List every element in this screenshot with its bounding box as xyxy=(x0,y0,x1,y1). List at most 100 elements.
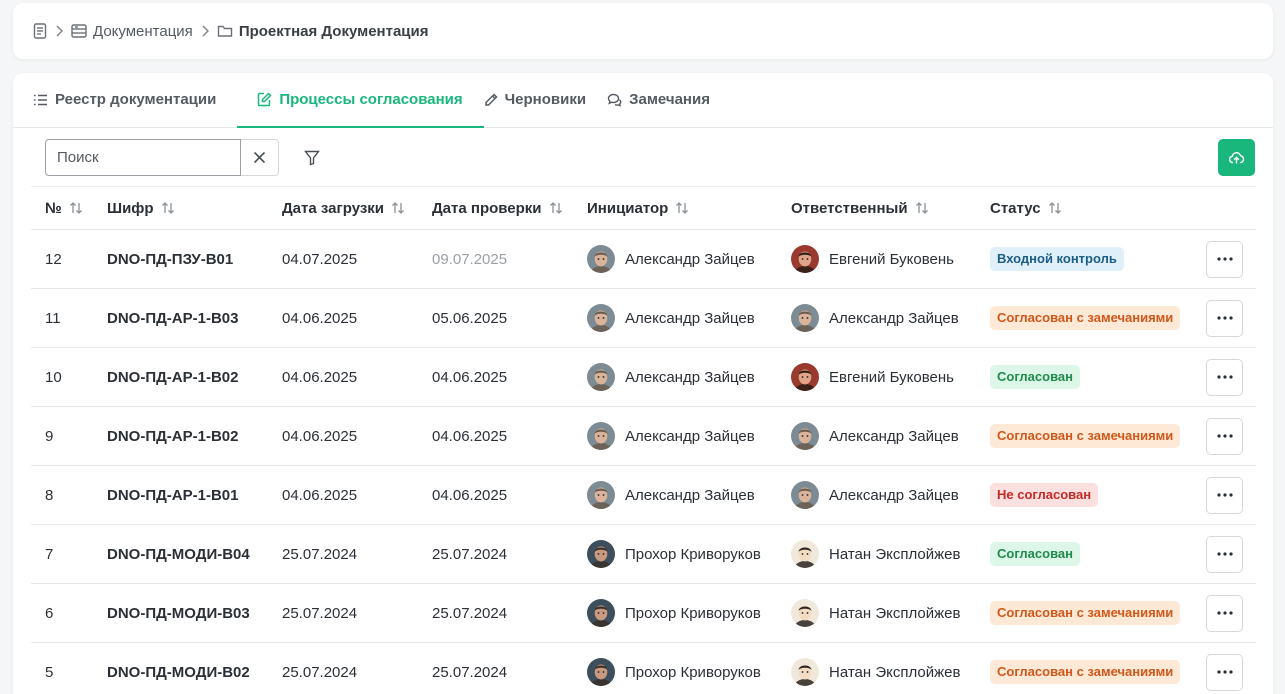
row-actions-button[interactable] xyxy=(1206,594,1243,632)
table-row[interactable]: 12 DNO-ПД-ПЗУ-В01 04.07.2025 09.07.2025 Алек… xyxy=(31,230,1256,289)
avatar xyxy=(587,304,615,332)
filter-icon xyxy=(304,150,320,166)
folder-icon xyxy=(217,24,233,38)
row-actions-button[interactable] xyxy=(1206,476,1243,514)
cell-code[interactable]: DNO-ПД-АР-1-В03 xyxy=(93,310,268,327)
avatar xyxy=(587,245,615,273)
breadcrumb-item-documentation[interactable]: Документация xyxy=(71,23,193,40)
avatar xyxy=(587,540,615,568)
sort-icon xyxy=(675,201,689,215)
cell-code[interactable]: DNO-ПД-МОДИ-В02 xyxy=(93,664,268,681)
cell-responsible: Натан Эксплойжев xyxy=(777,658,976,686)
cell-responsible: Натан Эксплойжев xyxy=(777,540,976,568)
table-row[interactable]: 11 DNO-ПД-АР-1-В03 04.06.2025 05.06.2025 Але… xyxy=(31,289,1256,348)
main-panel: Реестр документации Процессы согласовани… xyxy=(13,73,1273,694)
avatar xyxy=(791,304,819,332)
cell-initiator: Александр Зайцев xyxy=(573,304,777,332)
column-label: Инициатор xyxy=(587,199,669,217)
table-row[interactable]: 5 DNO-ПД-МОДИ-В02 25.07.2024 25.07.2024 Прох… xyxy=(31,643,1256,694)
person-name: Александр Зайцев xyxy=(625,427,755,445)
avatar xyxy=(587,481,615,509)
cell-actions xyxy=(1206,476,1256,514)
cell-actions xyxy=(1206,358,1256,396)
cell-code[interactable]: DNO-ПД-МОДИ-В03 xyxy=(93,605,268,622)
cell-code[interactable]: DNO-ПД-МОДИ-В04 xyxy=(93,546,268,563)
column-header-responsible[interactable]: Ответственный xyxy=(777,200,976,217)
status-badge: Согласован с замечаниями xyxy=(990,601,1181,625)
column-header-upload-date[interactable]: Дата загрузки xyxy=(268,200,418,217)
sort-icon xyxy=(391,201,405,215)
tab-registry[interactable]: Реестр документации xyxy=(33,73,237,127)
tab-label: Черновики xyxy=(504,91,587,108)
table-row[interactable]: 9 DNO-ПД-АР-1-В02 04.06.2025 04.06.2025 Алек… xyxy=(31,407,1256,466)
tab-approval-processes[interactable]: Процессы согласования xyxy=(237,73,484,128)
column-header-number[interactable]: № xyxy=(31,200,93,217)
person-name: Александр Зайцев xyxy=(625,250,755,268)
more-horizontal-icon xyxy=(1216,316,1233,320)
row-actions-button[interactable] xyxy=(1206,417,1243,455)
status-badge: Согласован с замечаниями xyxy=(990,660,1181,684)
breadcrumb-home[interactable] xyxy=(33,23,47,39)
cell-check-date: 09.07.2025 xyxy=(432,250,508,268)
cell-code[interactable]: DNO-ПД-АР-1-В02 xyxy=(93,369,268,386)
table-row[interactable]: 8 DNO-ПД-АР-1-В01 04.06.2025 04.06.2025 Алек… xyxy=(31,466,1256,525)
cell-status: Входной контроль xyxy=(976,247,1206,271)
row-actions-button[interactable] xyxy=(1206,240,1243,278)
upload-button[interactable] xyxy=(1218,139,1255,176)
row-actions-button[interactable] xyxy=(1206,299,1243,337)
column-header-check-date[interactable]: Дата проверки xyxy=(418,200,573,217)
tab-remarks[interactable]: Замечания xyxy=(607,73,731,127)
person-name: Прохор Криворуков xyxy=(625,545,761,563)
cell-number: 5 xyxy=(45,663,54,681)
tab-label: Процессы согласования xyxy=(279,91,463,108)
search-input[interactable] xyxy=(45,139,241,176)
table-row[interactable]: 7 DNO-ПД-МОДИ-В04 25.07.2024 25.07.2024 Прох… xyxy=(31,525,1256,584)
avatar xyxy=(791,363,819,391)
cell-check-date: 25.07.2024 xyxy=(432,663,508,681)
row-actions-button[interactable] xyxy=(1206,535,1243,573)
more-horizontal-icon xyxy=(1216,257,1233,261)
tab-label: Замечания xyxy=(629,91,710,108)
filter-button[interactable] xyxy=(301,147,323,169)
cell-responsible: Евгений Буковень xyxy=(777,245,976,273)
column-header-code[interactable]: Шифр xyxy=(93,200,268,217)
cell-upload-date: 04.06.2025 xyxy=(282,309,358,327)
cell-code[interactable]: DNO-ПД-ПЗУ-В01 xyxy=(93,251,268,268)
row-actions-button[interactable] xyxy=(1206,358,1243,396)
cell-actions xyxy=(1206,240,1256,278)
column-label: Дата загрузки xyxy=(282,199,385,217)
cell-status: Согласован xyxy=(976,365,1206,389)
cell-upload-date: 04.06.2025 xyxy=(282,427,358,445)
tab-drafts[interactable]: Черновики xyxy=(484,73,607,127)
cell-check-date: 25.07.2024 xyxy=(432,545,508,563)
column-header-status[interactable]: Статус xyxy=(976,200,1206,217)
sort-icon xyxy=(161,201,175,215)
cell-responsible: Евгений Буковень xyxy=(777,363,976,391)
cell-code[interactable]: DNO-ПД-АР-1-В01 xyxy=(93,487,268,504)
cell-number: 9 xyxy=(45,427,54,445)
sort-icon xyxy=(69,201,83,215)
cell-check-date: 05.06.2025 xyxy=(432,309,508,327)
table-row[interactable]: 10 DNO-ПД-АР-1-В02 04.06.2025 04.06.2025 Але… xyxy=(31,348,1256,407)
more-horizontal-icon xyxy=(1216,670,1233,674)
cell-initiator: Александр Зайцев xyxy=(573,363,777,391)
person-name: Натан Эксплойжев xyxy=(829,663,961,681)
column-label: № xyxy=(45,199,62,217)
sort-icon xyxy=(1048,201,1062,215)
avatar xyxy=(587,658,615,686)
tab-bar: Реестр документации Процессы согласовани… xyxy=(13,73,1273,128)
table-row[interactable]: 6 DNO-ПД-МОДИ-В03 25.07.2024 25.07.2024 Прох… xyxy=(31,584,1256,643)
person-name: Александр Зайцев xyxy=(829,309,959,327)
column-label: Шифр xyxy=(107,199,154,217)
avatar xyxy=(791,481,819,509)
status-badge: Согласован с замечаниями xyxy=(990,306,1181,330)
cell-code[interactable]: DNO-ПД-АР-1-В02 xyxy=(93,428,268,445)
avatar xyxy=(791,658,819,686)
column-label: Статус xyxy=(990,199,1041,217)
avatar xyxy=(791,599,819,627)
list-icon xyxy=(33,94,48,106)
clear-search-button[interactable] xyxy=(241,139,279,176)
column-header-initiator[interactable]: Инициатор xyxy=(573,200,777,217)
row-actions-button[interactable] xyxy=(1206,653,1243,691)
archive-icon xyxy=(71,24,87,38)
